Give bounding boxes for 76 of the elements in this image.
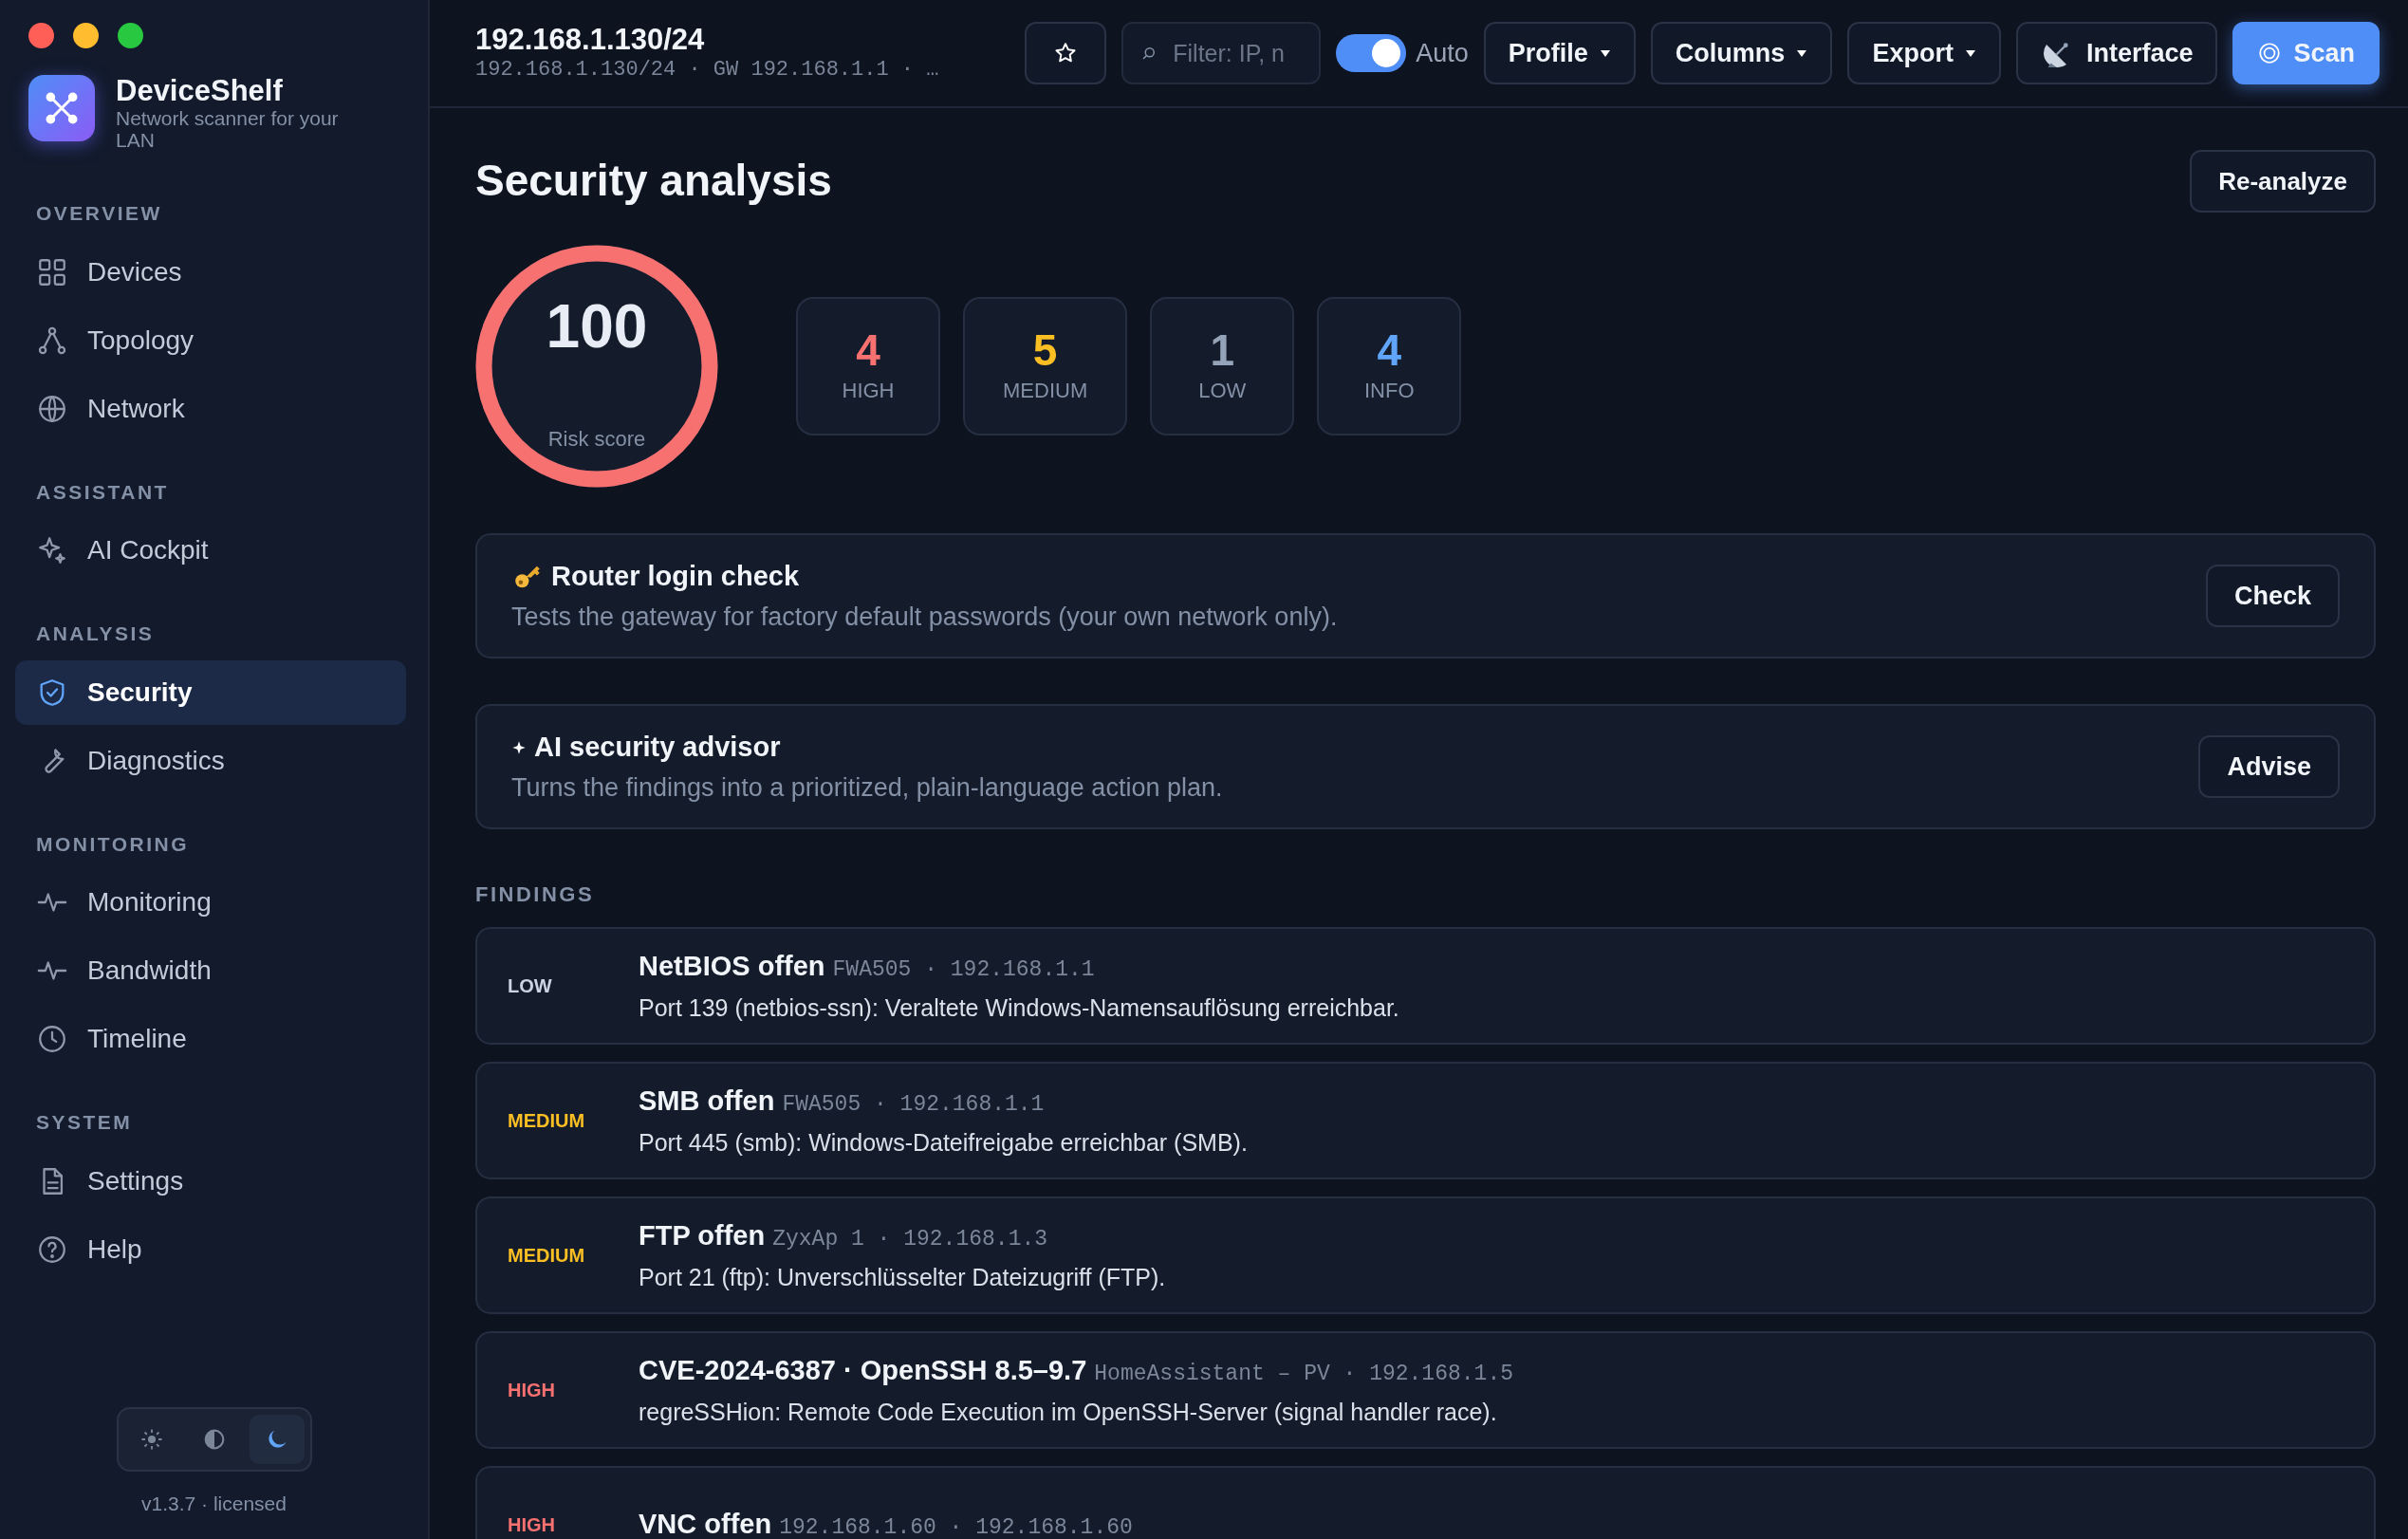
dropdown-button[interactable]: Profile	[1483, 22, 1636, 84]
target-icon	[2257, 41, 2283, 65]
theme-option[interactable]	[249, 1414, 305, 1464]
card-action-button[interactable]: Check	[2205, 565, 2340, 627]
sidebar-item[interactable]: Bandwidth	[15, 938, 406, 1004]
interface-button[interactable]: Interface	[2015, 22, 2218, 84]
reanalyze-button[interactable]: Re-analyze	[2190, 150, 2376, 213]
severity-label: LOW	[507, 974, 553, 998]
caret-icon	[1796, 48, 1808, 58]
page-title: Security analysis	[475, 155, 832, 208]
network-title: 192.168.1.130/24	[475, 22, 706, 58]
severity-label: MEDIUM	[507, 1244, 586, 1268]
app-name: DeviceShelf	[116, 75, 284, 108]
count-label: MEDIUM	[1003, 377, 1088, 404]
finding-host: ZyxAp 1 · 192.168.1.3	[772, 1226, 1048, 1252]
finding-description: regreSSHion: Remote Code Execution im OpenSSH-Server (signal handler race).	[639, 1398, 1498, 1427]
sidebar-item[interactable]: Settings	[15, 1148, 406, 1214]
finding-host: HomeAssistant – PV · 192.168.1.5	[1094, 1361, 1513, 1386]
section-heading: SYSTEM	[36, 1110, 134, 1136]
count-value: 5	[1032, 326, 1058, 375]
card-description: Tests the gateway for factory default passwords (your own network only).	[511, 601, 1339, 633]
app-tagline: Network scanner for your LAN	[116, 107, 340, 152]
sidebar-item[interactable]: Diagnostics	[15, 728, 406, 793]
finding-title: SMB offen	[639, 1085, 775, 1116]
dropdown-button[interactable]: Columns	[1650, 22, 1833, 84]
count-label: LOW	[1198, 377, 1247, 404]
sidebar-item[interactable]: Security	[15, 659, 406, 725]
window-control-button[interactable]	[118, 23, 143, 48]
caret-icon	[1964, 48, 1976, 58]
section-heading: FINDINGS	[475, 881, 596, 908]
section-heading: ANALYSIS	[36, 621, 156, 647]
count-label: INFO	[1363, 377, 1415, 404]
risk-score-label: Risk score	[546, 426, 647, 453]
network-subtitle: 192.168.1.130/24 · GW 192.168.1.1 · …	[475, 57, 939, 84]
section-heading: ASSISTANT	[36, 479, 170, 505]
card-description: Turns the findings into a prioritized, plain-language action plan.	[511, 771, 1224, 804]
risk-score-value: 100	[545, 291, 649, 362]
favorite-button[interactable]	[1025, 22, 1107, 84]
card-title: AI security advisor	[534, 731, 781, 764]
section-heading: OVERVIEW	[36, 201, 163, 227]
toggle-label: Auto	[1416, 37, 1469, 69]
finding-description: Port 139 (netbios-ssn): Veraltete Windows-Namensauflösung erreichbar.	[639, 993, 1399, 1023]
card-title: Router login check	[551, 560, 800, 593]
severity-label: HIGH	[507, 1513, 556, 1537]
card-action-button[interactable]: Advise	[2198, 735, 2340, 798]
finding-host: FWA505 · 192.168.1.1	[832, 956, 1095, 982]
caret-icon	[1599, 48, 1611, 58]
filter-field[interactable]: Filter: IP, n	[1121, 22, 1322, 84]
count-value: 4	[1377, 326, 1401, 375]
window-control-button[interactable]	[28, 23, 54, 48]
finding-host: FWA505 · 192.168.1.1	[782, 1091, 1045, 1117]
app-logo	[28, 75, 95, 141]
sidebar-item[interactable]: Topology	[15, 307, 406, 373]
window-control-button[interactable]	[73, 23, 99, 48]
finding-title: CVE-2024-6387 · OpenSSH 8.5–9.7	[639, 1354, 1087, 1385]
section-heading: MONITORING	[36, 831, 191, 857]
finding-description: Port 445 (smb): Windows-Dateifreigabe erreichbar (SMB).	[639, 1128, 1248, 1158]
finding-title: FTP offen	[639, 1219, 766, 1251]
auto-toggle[interactable]	[1336, 34, 1407, 72]
sidebar-item[interactable]: Help	[15, 1216, 406, 1282]
count-label: HIGH	[842, 377, 895, 404]
sidebar-item[interactable]: AI Cockpit	[15, 518, 406, 584]
sidebar-item[interactable]: Monitoring	[15, 870, 406, 936]
dropdown-button[interactable]: Export	[1847, 22, 2001, 84]
finding-title: VNC offen	[639, 1509, 772, 1539]
count-value: 1	[1210, 326, 1234, 375]
finding-description: Port 21 (ftp): Unverschlüsselter Dateizugriff (FTP).	[639, 1263, 1166, 1292]
count-value: 4	[856, 326, 880, 375]
sidebar-item[interactable]: Network	[15, 376, 406, 441]
severity-label: HIGH	[507, 1379, 556, 1402]
severity-label: MEDIUM	[507, 1109, 586, 1133]
sidebar-item[interactable]: Timeline	[15, 1007, 406, 1072]
sidebar-item[interactable]: Devices	[15, 239, 406, 305]
version-label: v1.3.7 · licensed	[140, 1491, 287, 1516]
finding-title: NetBIOS offen	[639, 950, 825, 981]
finding-host: 192.168.1.60 · 192.168.1.60	[779, 1515, 1133, 1539]
